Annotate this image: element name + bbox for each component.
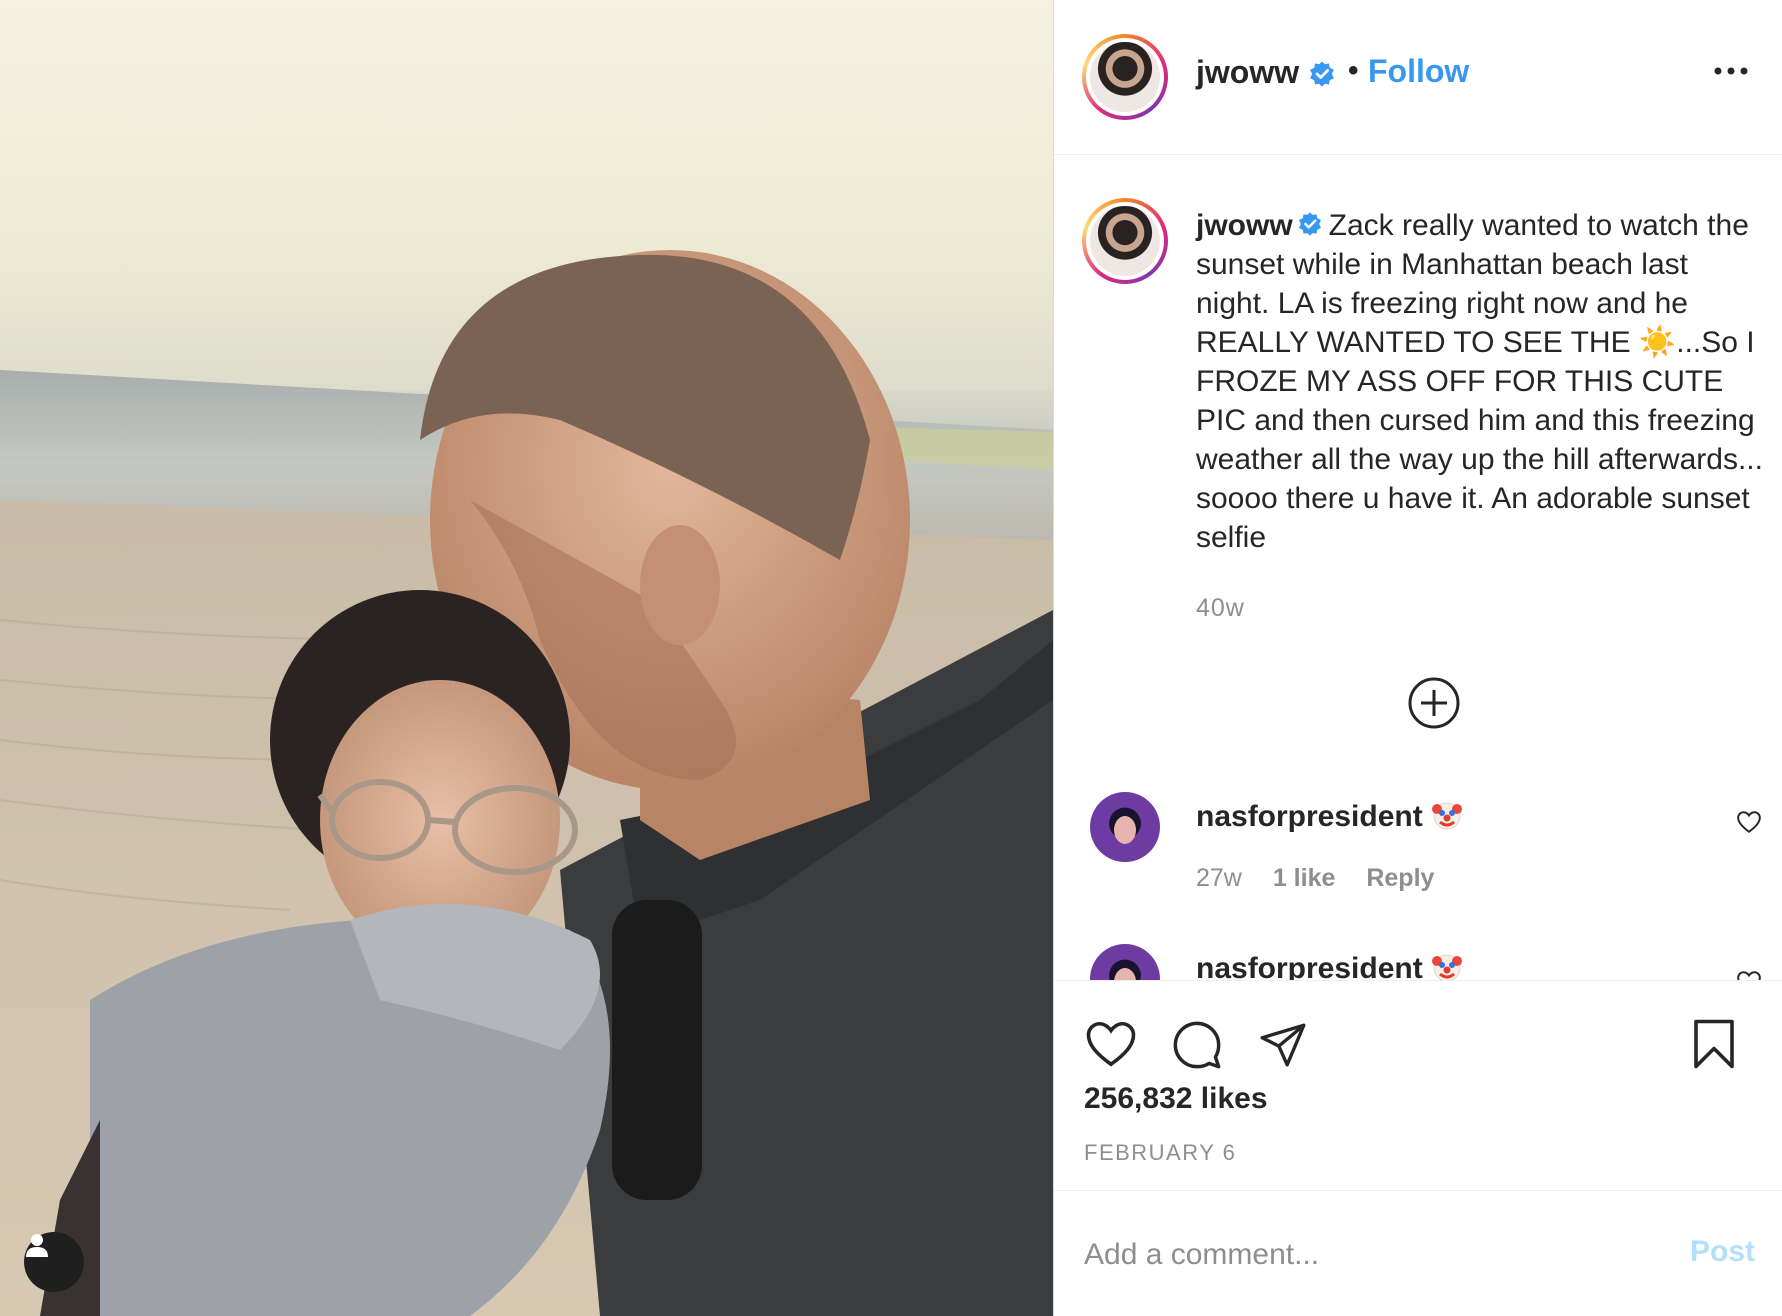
author-username[interactable]: jwoww xyxy=(1196,54,1299,91)
caption-username[interactable]: jwoww xyxy=(1196,209,1293,242)
caption-text: Zack really wanted to watch the sunset w… xyxy=(1196,209,1763,554)
caption-timestamp[interactable]: 40w xyxy=(1196,594,1245,623)
post-side-panel: jwoww • Follow jwoww Zack really wanted … xyxy=(1053,0,1782,1316)
heart-icon[interactable] xyxy=(1084,1019,1138,1069)
post-comment-button[interactable]: Post xyxy=(1690,1235,1755,1269)
author-avatar[interactable] xyxy=(1082,34,1168,120)
clown-face-icon xyxy=(1431,954,1462,980)
heart-icon[interactable] xyxy=(1736,810,1762,834)
user-tag-button[interactable] xyxy=(24,1232,84,1292)
commenter-username[interactable]: nasforpresident xyxy=(1196,800,1463,834)
verified-badge-icon xyxy=(1310,61,1334,87)
follow-button[interactable]: Follow xyxy=(1368,53,1469,90)
post-caption: jwoww Zack really wanted to watch the su… xyxy=(1196,206,1766,557)
clown-face-icon xyxy=(1431,802,1462,830)
heart-icon[interactable] xyxy=(1736,970,1762,980)
commenter-avatar[interactable] xyxy=(1090,944,1160,980)
more-options-icon[interactable] xyxy=(1714,66,1748,76)
comment-icon[interactable] xyxy=(1170,1019,1224,1071)
commenter-username-text: nasforpresident xyxy=(1196,800,1423,833)
add-circle-icon[interactable] xyxy=(1407,676,1461,730)
caption-author-avatar[interactable] xyxy=(1082,198,1168,284)
share-icon[interactable] xyxy=(1256,1019,1310,1069)
likes-count[interactable]: 256,832 likes xyxy=(1084,1082,1268,1116)
commenter-username-text: nasforpresident xyxy=(1196,952,1423,980)
comment-input[interactable] xyxy=(1084,1233,1644,1277)
reply-button[interactable]: Reply xyxy=(1366,864,1434,892)
comment-form: Post xyxy=(1054,1190,1782,1316)
comments-list[interactable]: nasforpresident 27w 1 like Reply nasforp… xyxy=(1054,780,1782,980)
commenter-avatar[interactable] xyxy=(1090,792,1160,862)
commenter-username[interactable]: nasforpresident xyxy=(1196,952,1463,980)
comment-age[interactable]: 27w xyxy=(1196,864,1242,892)
post-photo[interactable] xyxy=(0,0,1053,1316)
bookmark-icon[interactable] xyxy=(1690,1017,1738,1071)
beach-selfie-image xyxy=(0,0,1053,1316)
post-header: jwoww • Follow xyxy=(1054,0,1782,155)
user-tag-icon xyxy=(26,1234,48,1257)
comment-meta: 27w 1 like Reply xyxy=(1196,864,1458,893)
comment-likes[interactable]: 1 like xyxy=(1273,864,1336,892)
post-date[interactable]: FEBRUARY 6 xyxy=(1084,1140,1236,1166)
verified-badge-icon xyxy=(1298,212,1321,236)
header-separator: • xyxy=(1348,54,1359,87)
